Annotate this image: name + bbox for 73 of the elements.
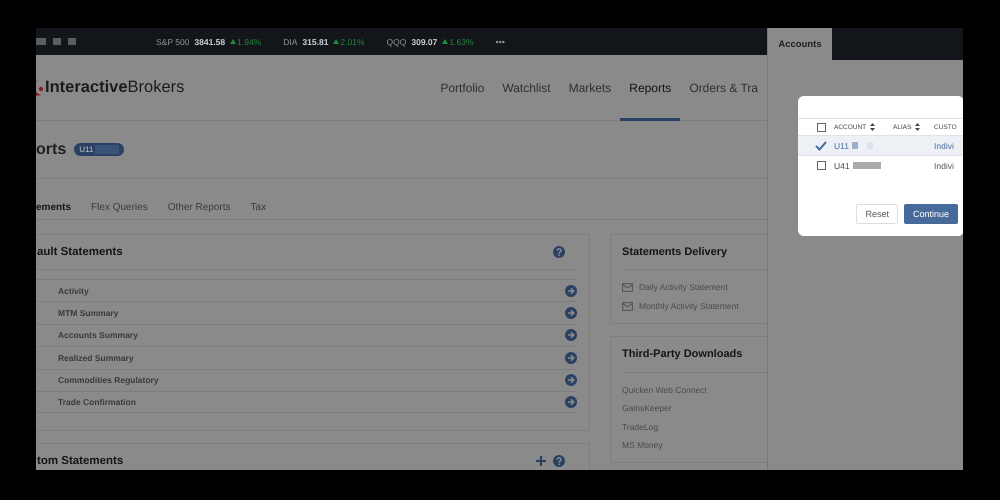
card-title: Statements Delivery bbox=[622, 246, 728, 258]
ticker-symbol: DIA bbox=[283, 36, 298, 46]
plus-icon bbox=[535, 455, 547, 468]
mail-icon bbox=[622, 283, 633, 292]
tab[interactable]: Flex Queries bbox=[91, 202, 148, 212]
tab[interactable]: ements bbox=[36, 202, 72, 212]
statement-row[interactable]: Accounts Summary bbox=[36, 324, 577, 346]
statement-row[interactable]: Activity bbox=[36, 279, 577, 302]
checkmark-icon bbox=[815, 140, 827, 150]
card-title: tom Statements bbox=[37, 455, 124, 468]
statement-row[interactable]: MTM Summary bbox=[36, 301, 577, 324]
help-icon bbox=[553, 455, 565, 468]
continue-button[interactable]: Continue bbox=[904, 204, 958, 224]
page-title: orts bbox=[36, 140, 66, 158]
ticker-price: 309.07 bbox=[411, 36, 438, 46]
ticker-change: 1.63% bbox=[442, 36, 474, 46]
mail-icon bbox=[622, 302, 633, 310]
up-triangle-icon bbox=[333, 39, 340, 44]
logo-text: InteractiveBrokers bbox=[45, 78, 184, 97]
ticker-price: 3841.58 bbox=[194, 36, 226, 46]
ticker-change: 2.01% bbox=[333, 36, 365, 46]
account-type: Indivi bbox=[934, 140, 954, 150]
reset-button[interactable]: Reset bbox=[856, 204, 898, 224]
card-title: Third-Party Downloads bbox=[622, 348, 744, 360]
statement-name: Trade Confirmation bbox=[58, 397, 137, 408]
logo[interactable]: InteractiveBrokers bbox=[36, 55, 432, 120]
nav-item[interactable]: Markets bbox=[560, 55, 620, 121]
ticker-price: 315.81 bbox=[302, 36, 328, 46]
account-type: Indivi bbox=[934, 160, 954, 170]
statement-row[interactable]: Realized Summary bbox=[36, 346, 577, 369]
download-link[interactable]: Quicken Web Connect bbox=[622, 384, 767, 396]
tab[interactable]: Tax bbox=[250, 202, 266, 212]
ticker-change: 1.94% bbox=[230, 36, 262, 46]
account-id: U41 bbox=[834, 160, 850, 170]
statement-name: Accounts Summary bbox=[58, 330, 139, 340]
download-link[interactable]: MS Money bbox=[622, 440, 767, 451]
checkbox[interactable] bbox=[816, 122, 826, 132]
arrow-icon bbox=[565, 329, 577, 342]
nav-item[interactable]: Watchlist bbox=[493, 55, 560, 121]
nav-item[interactable]: Reports bbox=[620, 55, 680, 121]
nav-item[interactable]: Portfolio bbox=[431, 55, 494, 121]
statement-name: Realized Summary bbox=[58, 352, 135, 363]
redacted-block bbox=[852, 142, 858, 149]
delivery-link[interactable]: Monthly Activity Statement bbox=[622, 300, 767, 312]
statement-name: Commodities Regulatory bbox=[58, 375, 160, 386]
arrow-icon bbox=[565, 352, 577, 364]
accounts-tab[interactable]: Accounts bbox=[767, 28, 832, 60]
download-link[interactable]: TradeLog bbox=[622, 422, 767, 432]
arrow-icon bbox=[565, 396, 577, 408]
arrow-icon bbox=[565, 307, 577, 320]
ticker-symbol: S&P 500 bbox=[156, 36, 190, 46]
download-link[interactable]: GainsKeeper bbox=[622, 403, 767, 414]
account-row[interactable]: U11 Indivi bbox=[798, 135, 963, 155]
account-id: U11 bbox=[834, 140, 849, 150]
up-triangle-icon bbox=[230, 39, 236, 44]
statement-row[interactable]: Trade Confirmation bbox=[36, 390, 577, 414]
tab[interactable]: Other Reports bbox=[168, 202, 231, 212]
ticker-symbol: QQQ bbox=[386, 36, 406, 46]
statement-name: Activity bbox=[58, 286, 90, 296]
delivery-link[interactable]: Daily Activity Statement bbox=[622, 282, 767, 293]
account-badge[interactable]: U11 bbox=[74, 143, 124, 156]
checkbox[interactable] bbox=[816, 161, 826, 170]
statement-name: MTM Summary bbox=[58, 308, 120, 318]
nav-item[interactable]: Orders & Tra bbox=[680, 55, 767, 121]
more-button[interactable]: ••• bbox=[495, 36, 505, 46]
card-title: ault Statements bbox=[37, 246, 124, 258]
up-triangle-icon bbox=[442, 39, 448, 44]
arrow-icon bbox=[565, 284, 577, 297]
help-icon bbox=[553, 246, 565, 258]
account-row[interactable]: U41 Indivi bbox=[798, 155, 963, 175]
redacted-block bbox=[852, 162, 881, 169]
arrow-icon bbox=[565, 374, 577, 386]
statement-row[interactable]: Commodities Regulatory bbox=[36, 368, 577, 391]
